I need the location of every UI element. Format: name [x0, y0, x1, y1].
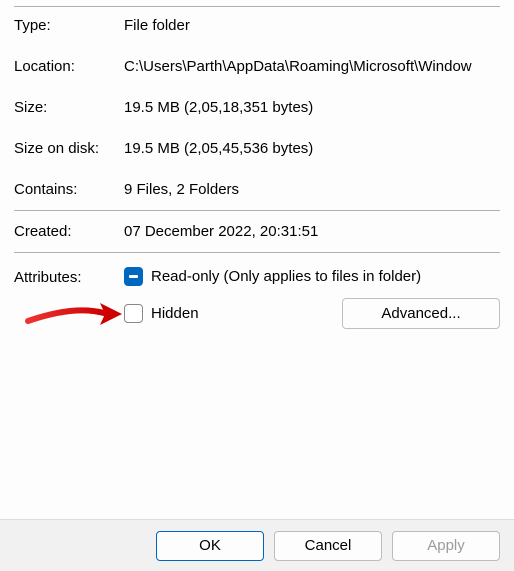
readonly-row: Read-only (Only applies to files in fold… — [124, 267, 500, 286]
attributes-section: Attributes: Read-only (Only applies to f… — [14, 267, 500, 329]
label-size: Size: — [14, 99, 124, 116]
readonly-label: Read-only (Only applies to files in fold… — [151, 268, 421, 285]
row-contains: Contains: 9 Files, 2 Folders — [14, 181, 500, 198]
label-contains: Contains: — [14, 181, 124, 198]
label-attributes: Attributes: — [14, 267, 124, 286]
advanced-button[interactable]: Advanced... — [342, 298, 500, 329]
apply-button[interactable]: Apply — [392, 531, 500, 561]
value-location: C:\Users\Parth\AppData\Roaming\Microsoft… — [124, 58, 500, 75]
divider — [14, 252, 500, 253]
value-contains: 9 Files, 2 Folders — [124, 181, 500, 198]
cancel-button[interactable]: Cancel — [274, 531, 382, 561]
divider — [14, 210, 500, 211]
indeterminate-icon — [129, 275, 138, 278]
annotation-arrow-icon — [24, 297, 124, 331]
label-created: Created: — [14, 223, 124, 240]
value-created: 07 December 2022, 20:31:51 — [124, 223, 500, 240]
label-type: Type: — [14, 17, 124, 34]
readonly-checkbox[interactable] — [124, 267, 143, 286]
value-size: 19.5 MB (2,05,18,351 bytes) — [124, 99, 500, 116]
row-location: Location: C:\Users\Parth\AppData\Roaming… — [14, 58, 500, 75]
label-location: Location: — [14, 58, 124, 75]
row-size: Size: 19.5 MB (2,05,18,351 bytes) — [14, 99, 500, 116]
label-size-on-disk: Size on disk: — [14, 140, 124, 157]
hidden-checkbox[interactable] — [124, 304, 143, 323]
value-type: File folder — [124, 17, 500, 34]
value-size-on-disk: 19.5 MB (2,05,45,536 bytes) — [124, 140, 500, 157]
divider — [14, 6, 500, 7]
row-type: Type: File folder — [14, 17, 500, 34]
dialog-footer: OK Cancel Apply — [0, 519, 514, 571]
row-created: Created: 07 December 2022, 20:31:51 — [14, 223, 500, 240]
hidden-row: Hidden Advanced... — [124, 298, 500, 329]
row-size-on-disk: Size on disk: 19.5 MB (2,05,45,536 bytes… — [14, 140, 500, 157]
hidden-label: Hidden — [151, 305, 199, 322]
ok-button[interactable]: OK — [156, 531, 264, 561]
